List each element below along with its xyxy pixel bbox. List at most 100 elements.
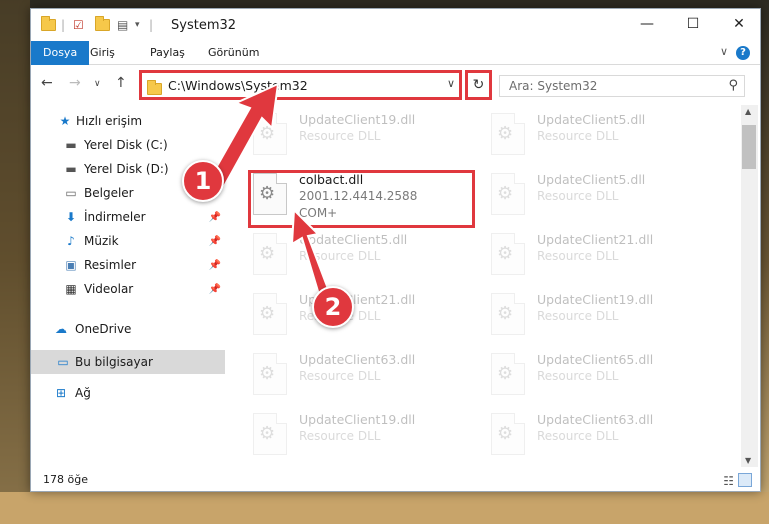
file-item[interactable]: ⚙ UpdateClient21.dll Resource DLL [489, 229, 719, 285]
scroll-down-icon[interactable]: ▼ [745, 456, 751, 465]
tab-view[interactable]: Görünüm [199, 41, 268, 65]
file-item[interactable]: ⚙ UpdateClient19.dll Resource DLL [251, 409, 481, 465]
address-path[interactable]: C:\Windows\System32 [168, 78, 308, 93]
sidebar-item-onedrive[interactable]: ☁ OneDrive [31, 317, 225, 341]
pictures-icon: ▣ [65, 258, 77, 272]
close-button[interactable]: ✕ [716, 9, 760, 39]
sidebar-item-videos[interactable]: ▦ Videolar 📌 [31, 277, 225, 301]
folder-icon [147, 80, 162, 95]
file-item[interactable]: ⚙ UpdateClient21.dll Resource DLL [251, 289, 481, 345]
file-item[interactable]: ⚙ UpdateClient63.dll Resource DLL [489, 409, 719, 465]
gear-icon: ⚙ [497, 363, 514, 384]
sidebar-item-this-pc[interactable]: ▭ Bu bilgisayar [31, 350, 225, 374]
large-icons-view-icon[interactable] [738, 473, 752, 487]
file-name: UpdateClient65.dll [537, 352, 654, 367]
scroll-thumb[interactable] [742, 125, 756, 169]
search-placeholder: Ara: System32 [509, 79, 598, 93]
pin-icon[interactable]: 📌 [209, 236, 221, 247]
file-description: Resource DLL [537, 369, 619, 383]
chevron-down-icon[interactable]: ∨ [447, 77, 455, 90]
music-icon: ♪ [67, 234, 75, 248]
sidebar-item-downloads[interactable]: ⬇ İndirmeler 📌 [31, 205, 225, 229]
gear-icon: ⚙ [497, 423, 514, 444]
refresh-button[interactable]: ↻ [465, 70, 492, 100]
refresh-icon: ↻ [472, 77, 485, 93]
file-name: UpdateClient19.dll [537, 292, 654, 307]
file-item[interactable]: ⚙ UpdateClient5.dll Resource DLL [251, 229, 481, 285]
sidebar-item-music[interactable]: ♪ Müzik 📌 [31, 229, 225, 253]
sidebar-item-network[interactable]: ⊞ Ağ [31, 381, 225, 405]
tab-home[interactable]: Giriş [81, 41, 124, 65]
file-item[interactable]: ⚙ UpdateClient19.dll Resource DLL [251, 109, 481, 165]
navigation-pane: ★ Hızlı erişim ▬ Yerel Disk (C:) ▬ Yerel… [31, 105, 225, 467]
gear-icon: ⚙ [497, 303, 514, 324]
file-description: Resource DLL [299, 249, 381, 263]
sidebar-item-label: İndirmeler [84, 210, 146, 224]
sidebar-item-label: OneDrive [75, 322, 132, 336]
navigation-bar: ← → ∨ ↑ C:\Windows\System32 ∨ ↻ Ara: Sys… [31, 66, 760, 102]
properties-icon[interactable]: ☑ [73, 17, 84, 33]
documents-icon: ▭ [65, 186, 77, 200]
sidebar-item-label: Resimler [84, 258, 137, 272]
file-description: Resource DLL [537, 189, 619, 203]
file-name: UpdateClient5.dll [537, 112, 646, 127]
recent-locations-icon[interactable]: ∨ [94, 79, 101, 89]
pin-icon[interactable]: 📌 [209, 284, 221, 295]
minimize-button[interactable]: — [624, 9, 670, 39]
file-name: UpdateClient5.dll [299, 232, 408, 247]
sidebar-item-pictures[interactable]: ▣ Resimler 📌 [31, 253, 225, 277]
sidebar-item-quick-access[interactable]: ★ Hızlı erişim [31, 109, 225, 133]
gear-icon: ⚙ [497, 243, 514, 264]
chevron-down-icon[interactable]: ▾ [135, 17, 140, 33]
file-description: Resource DLL [537, 249, 619, 263]
address-bar[interactable]: C:\Windows\System32 ∨ [139, 70, 462, 100]
file-description: Resource DLL [537, 429, 619, 443]
gear-icon: ⚙ [497, 183, 514, 204]
sidebar-item-disk-c[interactable]: ▬ Yerel Disk (C:) [31, 133, 225, 157]
download-icon: ⬇ [65, 210, 77, 224]
file-explorer-window: | ☑ ▤ ▾ | System32 — ☐ ✕ Dosya Giriş Pay… [30, 8, 761, 492]
pin-icon[interactable]: 📌 [209, 260, 221, 271]
file-name: UpdateClient63.dll [537, 412, 654, 427]
sidebar-item-label: Bu bilgisayar [75, 355, 153, 369]
back-arrow-icon[interactable]: ← [41, 75, 53, 91]
sidebar-item-label: Belgeler [84, 186, 134, 200]
file-name: UpdateClient63.dll [299, 352, 416, 367]
file-description: Resource DLL [299, 429, 381, 443]
gear-icon: ⚙ [259, 243, 276, 264]
folder-icon [41, 16, 56, 33]
drive-icon: ▬ [65, 138, 77, 152]
tab-share[interactable]: Paylaş [141, 41, 194, 65]
file-item[interactable]: ⚙ UpdateClient63.dll Resource DLL [251, 349, 481, 405]
maximize-button[interactable]: ☐ [670, 9, 716, 39]
computer-icon: ▭ [57, 355, 69, 369]
videos-icon: ▦ [65, 282, 77, 296]
details-view-icon[interactable]: ☷ [723, 474, 734, 488]
sidebar-item-label: Müzik [84, 234, 119, 248]
sidebar-item-label: Hızlı erişim [76, 114, 143, 128]
sidebar-item-label: Videolar [84, 282, 134, 296]
scroll-up-icon[interactable]: ▲ [745, 107, 751, 116]
help-icon[interactable]: ? [736, 46, 750, 60]
vertical-scrollbar[interactable]: ▲ ▼ [741, 105, 758, 467]
drive-icon: ▬ [65, 162, 77, 176]
rename-icon[interactable]: ▤ [117, 17, 128, 33]
file-name: UpdateClient19.dll [299, 412, 416, 427]
file-item[interactable]: ⚙ UpdateClient19.dll Resource DLL [489, 289, 719, 345]
file-item[interactable]: ⚙ UpdateClient5.dll Resource DLL [489, 169, 719, 225]
file-description: Resource DLL [537, 129, 619, 143]
item-count: 178 öğe [43, 473, 88, 486]
callout-2: 2 [312, 286, 354, 328]
new-folder-icon[interactable] [95, 16, 110, 33]
forward-arrow-icon[interactable]: → [69, 75, 81, 91]
gear-icon: ⚙ [497, 123, 514, 144]
up-arrow-icon[interactable]: ↑ [115, 75, 127, 91]
sidebar-item-label: Ağ [75, 386, 91, 400]
pin-icon[interactable]: 📌 [209, 212, 221, 223]
expand-ribbon-icon[interactable]: ∨ [720, 45, 728, 58]
gear-icon: ⚙ [259, 423, 276, 444]
file-item[interactable]: ⚙ UpdateClient65.dll Resource DLL [489, 349, 719, 405]
title-bar: | ☑ ▤ ▾ | System32 — ☐ ✕ [31, 9, 760, 41]
file-item[interactable]: ⚙ UpdateClient5.dll Resource DLL [489, 109, 719, 165]
search-input[interactable]: Ara: System32 ⚲ [499, 75, 745, 97]
